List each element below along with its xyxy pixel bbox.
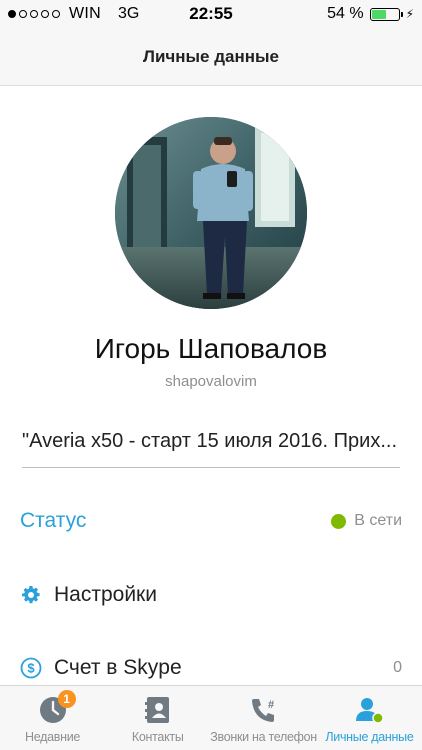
dollar-icon: $ (20, 657, 42, 679)
tab-contacts-label: Контакты (131, 730, 184, 744)
profile-username: shapovalovim (165, 373, 257, 390)
mood-message-field[interactable]: "Averia x50 - старт 15 июля 2016. Прих..… (22, 430, 400, 468)
profile-person-icon (352, 694, 386, 726)
phone-keypad-icon: # (247, 694, 281, 726)
svg-text:#: # (268, 699, 274, 711)
tab-contacts[interactable]: Контакты (105, 686, 210, 750)
tab-phone-calls[interactable]: # Звонки на телефон (210, 686, 317, 750)
battery-percent: 54 % (327, 5, 364, 22)
gear-icon (20, 584, 42, 606)
tab-profile[interactable]: Личные данные (317, 686, 422, 750)
avatar-photo (115, 117, 307, 309)
online-status-icon (331, 513, 347, 529)
avatar[interactable] (115, 117, 307, 309)
tab-bar: 1 Недавние Контакты # Звонки на телефон … (0, 685, 422, 750)
recent-badge: 1 (57, 690, 76, 708)
battery-icon (369, 7, 403, 21)
battery-level (371, 9, 386, 19)
settings-row[interactable]: Настройки (20, 575, 402, 615)
screen: WIN 3G 22:55 54 % ⚡ Личные данные Игорь … (0, 0, 422, 750)
address-book-icon (141, 694, 175, 726)
tab-recent[interactable]: 1 Недавние (0, 686, 105, 750)
page-title: Личные данные (143, 47, 279, 66)
navigation-bar: Личные данные (0, 28, 422, 86)
skype-credit-row[interactable]: $ Счет в Skype 0 (20, 648, 402, 688)
status-value-text: В сети (354, 512, 402, 529)
status-row[interactable]: Статус В сети (20, 501, 402, 541)
settings-label: Настройки (54, 583, 157, 606)
charging-icon: ⚡ (405, 7, 414, 21)
profile-name: Игорь Шаповалов (94, 333, 328, 364)
status-label: Статус (20, 509, 87, 532)
clock-icon: 1 (36, 690, 76, 726)
tab-phone-calls-label: Звонки на телефон (210, 730, 317, 744)
svg-text:$: $ (27, 661, 35, 676)
battery-area: 54 % ⚡ (327, 5, 414, 23)
skype-credit-value: 0 (393, 659, 402, 676)
status-value: В сети (331, 512, 402, 530)
skype-credit-label: Счет в Skype (54, 656, 182, 679)
tab-recent-label: Недавние (25, 730, 81, 744)
tab-profile-label: Личные данные (325, 730, 414, 744)
status-bar: WIN 3G 22:55 54 % ⚡ (0, 0, 422, 28)
